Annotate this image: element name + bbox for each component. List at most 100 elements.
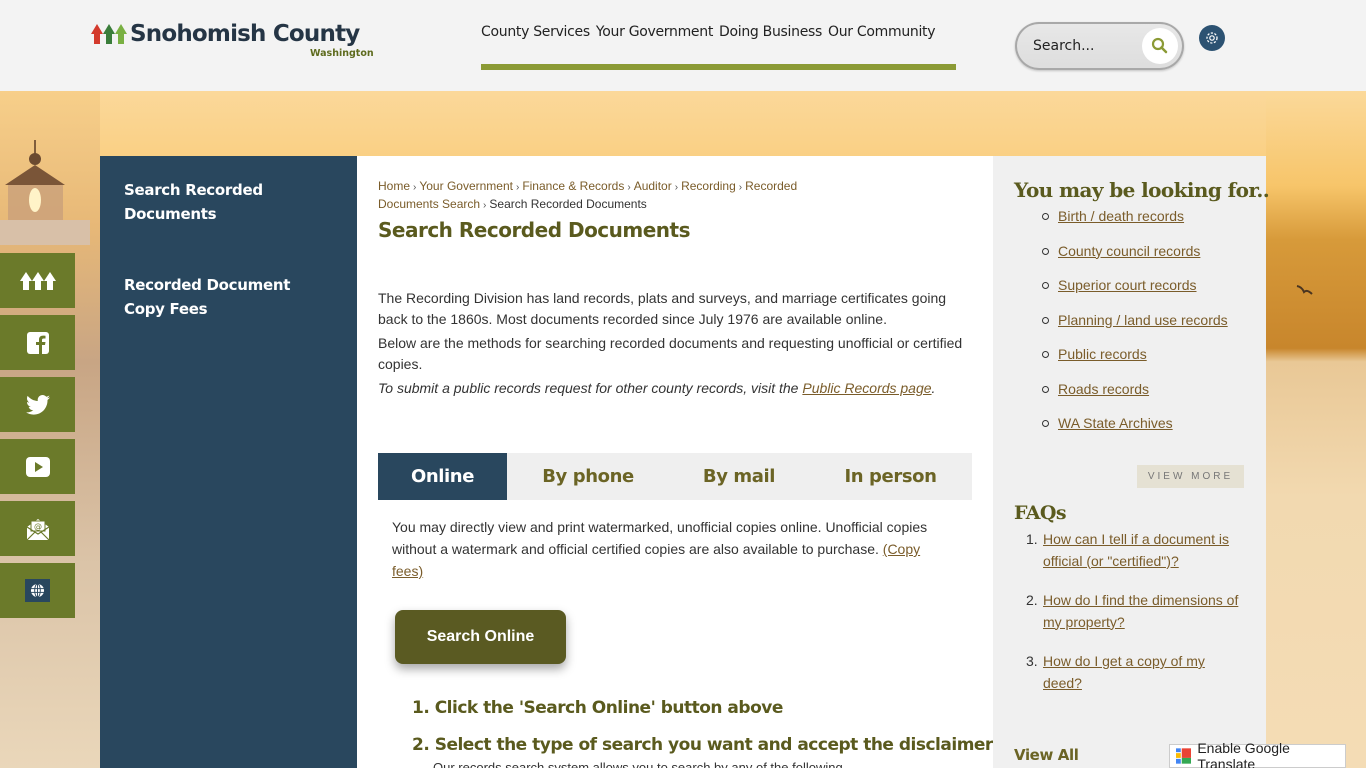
- google-translate-icon: [1176, 748, 1192, 764]
- youtube-icon: [25, 456, 50, 477]
- nav-our-community[interactable]: Our Community: [828, 22, 936, 42]
- tab-by-mail[interactable]: By mail: [669, 453, 809, 500]
- breadcrumb-separator: ›: [413, 182, 417, 193]
- section-nav-search-recorded-documents[interactable]: Search Recorded Documents: [124, 178, 333, 226]
- social-county-home[interactable]: [0, 253, 75, 308]
- social-sidebar: @: [0, 253, 75, 625]
- section-nav-copy-fees[interactable]: Recorded Document Copy Fees: [124, 273, 333, 321]
- faq-list: 1. How can I tell if a document is offici…: [1026, 529, 1241, 712]
- faq-item: 1. How can I tell if a document is offici…: [1026, 529, 1241, 572]
- breadcrumb-separator: ›: [515, 182, 520, 193]
- method-tabs: Online By phone By mail In person: [378, 453, 972, 500]
- search-online-button[interactable]: Search Online: [395, 610, 566, 664]
- google-translate-label: Enable Google Translate: [1197, 740, 1290, 768]
- settings-button[interactable]: [1199, 25, 1225, 51]
- breadcrumb: Home › Your Government › Finance & Records › A…: [378, 178, 858, 214]
- social-twitter[interactable]: [0, 377, 75, 432]
- records-note: To submit a public records request for o…: [378, 378, 972, 399]
- public-records-link[interactable]: Public Records page: [802, 380, 931, 396]
- main-content: Home › Your Government › Finance & Records › A…: [357, 156, 993, 768]
- step-heading: 1. Click the 'Search Online' button abov…: [412, 698, 783, 718]
- list-item: Superior court records: [1038, 275, 1245, 310]
- link-roads-records[interactable]: Roads records: [1058, 381, 1149, 397]
- facebook-icon: [26, 331, 49, 354]
- bird-image: [1296, 285, 1313, 295]
- intro-text: The Recording Division has land records,…: [378, 288, 972, 399]
- twitter-icon: [25, 394, 50, 415]
- breadcrumb-auditor[interactable]: Auditor: [634, 179, 672, 193]
- online-text: You may directly view and print watermar…: [392, 519, 928, 557]
- link-wa-state-archives[interactable]: WA State Archives: [1058, 415, 1173, 431]
- search-button[interactable]: [1142, 28, 1178, 64]
- site-search: [1015, 22, 1184, 70]
- intro-paragraph: The Recording Division has land records,…: [378, 290, 947, 327]
- logo-subtitle: Washington: [310, 48, 374, 59]
- link-county-council-records[interactable]: County council records: [1058, 243, 1200, 259]
- email-icon: @: [26, 518, 49, 540]
- faq-number: 3.: [1026, 653, 1038, 669]
- county-logo-icon: [19, 271, 56, 290]
- list-item: WA State Archives: [1038, 413, 1245, 448]
- main-nav: County Services Your Government Doing Bu…: [481, 22, 936, 42]
- faq-item: 2. How do I find the dimensions of my pro…: [1026, 590, 1241, 633]
- globe-icon: [30, 583, 45, 598]
- social-language[interactable]: [0, 563, 75, 618]
- breadcrumb-recording[interactable]: Recording: [681, 179, 736, 193]
- search-input[interactable]: [1033, 34, 1143, 58]
- list-item: Public records: [1038, 344, 1245, 379]
- breadcrumb-your-government[interactable]: Your Government: [419, 179, 513, 193]
- hero-sunset-image: [1266, 91, 1366, 768]
- tab-online[interactable]: Online: [378, 453, 507, 500]
- looking-for-title: You may be looking for..: [1014, 178, 1270, 202]
- breadcrumb-separator: ›: [674, 182, 679, 193]
- county-logo-icon: [91, 24, 127, 44]
- logo-text: Snohomish County: [130, 21, 360, 47]
- breadcrumb-finance-records[interactable]: Finance & Records: [522, 179, 624, 193]
- faq-link[interactable]: How do I find the dimensions of my prope…: [1043, 590, 1241, 633]
- records-note-end: .: [931, 380, 936, 396]
- list-item: Planning / land use records: [1038, 310, 1245, 345]
- link-birth-death-records[interactable]: Birth / death records: [1058, 208, 1184, 224]
- nav-active-bar: [481, 64, 956, 70]
- looking-for-list: Birth / death records County council rec…: [1038, 206, 1245, 448]
- link-public-records[interactable]: Public records: [1058, 346, 1147, 362]
- faq-link[interactable]: How do I get a copy of my deed?: [1043, 651, 1241, 694]
- lighthouse-image: [0, 140, 90, 245]
- nav-county-services[interactable]: County Services: [481, 22, 590, 42]
- list-item: County council records: [1038, 241, 1245, 276]
- site-header: Snohomish County Washington County Servi…: [0, 0, 1366, 91]
- step-description: Our records search system allows you to …: [433, 760, 843, 768]
- breadcrumb-separator: ›: [738, 182, 743, 193]
- social-email[interactable]: @: [0, 501, 75, 556]
- faq-title: FAQs: [1014, 502, 1067, 524]
- breadcrumb-separator: ›: [483, 200, 487, 211]
- svg-text:@: @: [34, 522, 42, 531]
- breadcrumb-home[interactable]: Home: [378, 179, 410, 193]
- step-heading: 2. Select the type of search you want an…: [412, 735, 993, 755]
- faq-number: 1.: [1026, 531, 1038, 547]
- nav-doing-business[interactable]: Doing Business: [719, 22, 822, 42]
- breadcrumb-current: Search Recorded Documents: [489, 197, 647, 211]
- section-nav: Search Recorded Documents Recorded Docum…: [100, 156, 357, 768]
- faq-number: 2.: [1026, 592, 1038, 608]
- breadcrumb-separator: ›: [627, 182, 631, 193]
- view-all-faqs-link[interactable]: View All: [1014, 746, 1079, 764]
- link-superior-court-records[interactable]: Superior court records: [1058, 277, 1197, 293]
- records-note-text: To submit a public records request for o…: [378, 380, 803, 396]
- tab-by-phone[interactable]: By phone: [507, 453, 669, 500]
- tab-in-person[interactable]: In person: [809, 453, 972, 500]
- social-facebook[interactable]: [0, 315, 75, 370]
- search-icon: [1151, 37, 1168, 54]
- page-title: Search Recorded Documents: [378, 218, 691, 242]
- site-logo[interactable]: Snohomish County Washington: [90, 20, 374, 59]
- intro-paragraph: Below are the methods for searching reco…: [378, 335, 963, 372]
- list-item: Roads records: [1038, 379, 1245, 414]
- link-planning-land-use-records[interactable]: Planning / land use records: [1058, 312, 1228, 328]
- social-youtube[interactable]: [0, 439, 75, 494]
- faq-link[interactable]: How can I tell if a document is official…: [1043, 529, 1241, 572]
- view-more-button[interactable]: VIEW MORE: [1137, 465, 1244, 488]
- nav-your-government[interactable]: Your Government: [596, 22, 713, 42]
- tab-panel-online: You may directly view and print watermar…: [392, 516, 952, 582]
- google-translate-button[interactable]: Enable Google Translate: [1169, 740, 1346, 768]
- right-sidebar: You may be looking for.. Birth / death r…: [993, 156, 1270, 768]
